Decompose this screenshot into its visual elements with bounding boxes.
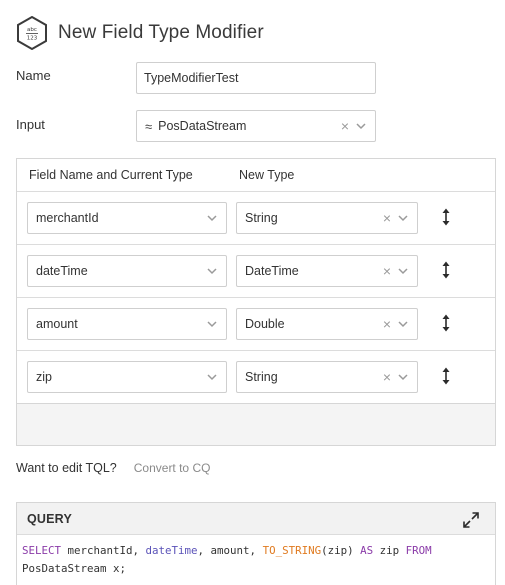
name-row: Name: [16, 68, 136, 83]
drag-handle-icon[interactable]: [439, 260, 453, 280]
column-header-field: Field Name and Current Type: [29, 168, 193, 182]
dialog-header: abc 123 New Field Type Modifier: [16, 16, 264, 50]
chevron-down-icon[interactable]: [206, 265, 218, 277]
sql-keyword-from: FROM: [405, 544, 432, 557]
field-name-value: amount: [36, 317, 78, 331]
sql-keyword-select: SELECT: [22, 544, 62, 557]
sql-token: zip: [373, 544, 406, 557]
query-header: QUERY: [17, 503, 495, 535]
tql-prompt: Want to edit TQL?: [16, 461, 117, 475]
chevron-down-icon[interactable]: [397, 212, 409, 224]
chevron-down-icon[interactable]: [206, 212, 218, 224]
hexagon-abc-123-icon: abc 123: [17, 16, 47, 50]
grid-footer: [17, 403, 495, 445]
convert-to-cq-link[interactable]: Convert to CQ: [134, 461, 211, 475]
field-name-select[interactable]: dateTime: [27, 255, 227, 287]
svg-text:123: 123: [27, 36, 38, 42]
field-name-value: merchantId: [36, 211, 99, 225]
column-header-new-type: New Type: [239, 168, 295, 182]
table-row: dateTime DateTime ×: [17, 245, 495, 298]
field-type-grid: Field Name and Current Type New Type mer…: [16, 158, 496, 446]
new-type-select[interactable]: String ×: [236, 361, 418, 393]
sql-token: , amount,: [197, 544, 263, 557]
chevron-down-icon[interactable]: [206, 318, 218, 330]
clear-icon[interactable]: ×: [383, 264, 391, 278]
input-stream-select[interactable]: ≈ PosDataStream ×: [136, 110, 376, 142]
sql-function-to-string: TO_STRING: [262, 544, 322, 557]
new-type-value: String: [245, 370, 278, 384]
new-type-select[interactable]: Double ×: [236, 308, 418, 340]
svg-text:abc: abc: [27, 27, 37, 33]
chevron-down-icon[interactable]: [397, 318, 409, 330]
sql-token: (zip): [321, 544, 361, 557]
sql-column-datetime: dateTime: [145, 544, 198, 557]
grid-header: Field Name and Current Type New Type: [17, 159, 495, 192]
new-type-select[interactable]: DateTime ×: [236, 255, 418, 287]
clear-icon[interactable]: ×: [383, 211, 391, 225]
chevron-down-icon[interactable]: [355, 120, 367, 132]
chevron-down-icon[interactable]: [397, 265, 409, 277]
table-row: amount Double ×: [17, 298, 495, 351]
sql-keyword-as: AS: [360, 544, 374, 557]
table-row: merchantId String ×: [17, 192, 495, 245]
drag-handle-icon[interactable]: [439, 207, 453, 227]
drag-handle-icon[interactable]: [439, 366, 453, 386]
sql-token: PosDataStream x;: [22, 562, 127, 575]
new-type-value: DateTime: [245, 264, 299, 278]
chevron-down-icon[interactable]: [397, 371, 409, 383]
query-label: QUERY: [27, 512, 72, 526]
chevron-down-icon[interactable]: [206, 371, 218, 383]
input-stream-value: PosDataStream: [158, 119, 247, 133]
stream-icon: ≈: [145, 118, 153, 134]
clear-icon[interactable]: ×: [383, 370, 391, 384]
new-type-value: String: [245, 211, 278, 225]
query-panel: QUERY SELECT merchantId, dateTime, amoun…: [16, 502, 496, 585]
clear-icon[interactable]: ×: [341, 119, 349, 133]
tql-row: Want to edit TQL? Convert to CQ: [16, 461, 210, 475]
field-name-select[interactable]: merchantId: [27, 202, 227, 234]
name-label: Name: [16, 68, 51, 83]
table-row: zip String ×: [17, 351, 495, 404]
query-code[interactable]: SELECT merchantId, dateTime, amount, TO_…: [17, 535, 495, 578]
clear-icon[interactable]: ×: [383, 317, 391, 331]
drag-handle-icon[interactable]: [439, 313, 453, 333]
field-name-value: zip: [36, 370, 52, 384]
expand-icon[interactable]: [461, 510, 481, 530]
name-field[interactable]: TypeModifierTest: [136, 62, 376, 94]
input-row: Input: [16, 117, 136, 132]
page-title: New Field Type Modifier: [58, 22, 264, 43]
sql-token: merchantId,: [61, 544, 146, 557]
field-name-value: dateTime: [36, 264, 88, 278]
new-type-select[interactable]: String ×: [236, 202, 418, 234]
input-label: Input: [16, 117, 45, 132]
field-name-select[interactable]: amount: [27, 308, 227, 340]
new-type-value: Double: [245, 317, 285, 331]
field-name-select[interactable]: zip: [27, 361, 227, 393]
name-value: TypeModifierTest: [144, 71, 239, 85]
